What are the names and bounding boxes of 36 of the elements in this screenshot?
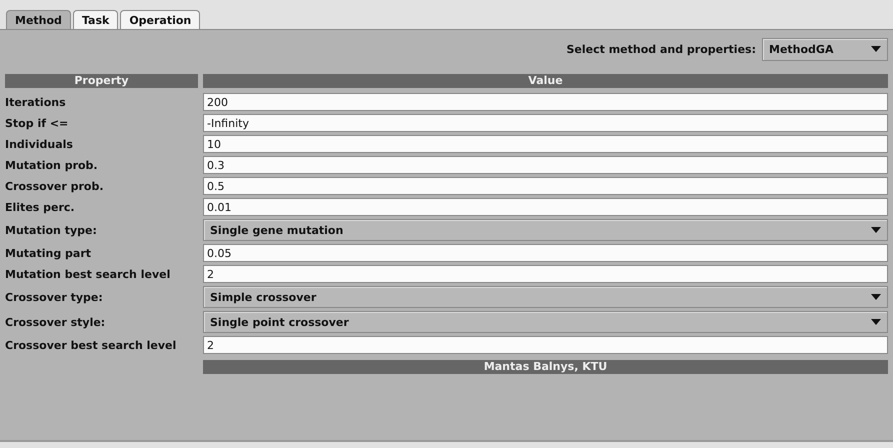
column-header: Property bbox=[5, 74, 198, 88]
property-label: Crossover style: bbox=[5, 314, 106, 330]
caret-icon bbox=[871, 319, 881, 325]
property-label: Mutation best search level bbox=[5, 266, 172, 282]
property-label: Crossover type: bbox=[5, 290, 104, 306]
value-field[interactable]: 0.3 bbox=[203, 156, 888, 174]
property-label: Mutating part bbox=[5, 246, 92, 262]
property-label: Crossover prob. bbox=[5, 178, 105, 194]
value-field[interactable]: 200 bbox=[203, 93, 888, 111]
property-label: Mutation prob. bbox=[5, 158, 99, 174]
property-label: Individuals bbox=[5, 136, 74, 152]
value-dropdown[interactable]: Simple crossover bbox=[203, 286, 888, 308]
value-field[interactable]: -Infinity bbox=[203, 114, 888, 132]
method-dropdown[interactable]: MethodGA bbox=[762, 38, 888, 60]
tab[interactable]: Operation bbox=[120, 10, 200, 29]
property-label: Mutation type: bbox=[5, 222, 98, 238]
tab[interactable]: Task bbox=[72, 10, 118, 29]
tab[interactable]: Method bbox=[6, 10, 71, 29]
value-field[interactable]: 0.05 bbox=[203, 244, 888, 262]
value-field[interactable]: 10 bbox=[203, 135, 888, 153]
value-field[interactable]: 2 bbox=[203, 336, 888, 354]
value-field[interactable]: 0.5 bbox=[203, 177, 888, 195]
property-label: Elites perc. bbox=[5, 200, 76, 216]
value-dropdown[interactable]: Single point crossover bbox=[203, 311, 888, 333]
column-header: Value bbox=[203, 74, 888, 88]
property-label: Stop if <= bbox=[5, 116, 70, 132]
caret-icon bbox=[871, 46, 881, 52]
property-label: Iterations bbox=[5, 94, 67, 110]
caret-icon bbox=[871, 294, 881, 300]
value-field[interactable]: 2 bbox=[203, 265, 888, 283]
property-label: Crossover best search level bbox=[5, 338, 178, 354]
credit-bar: Mantas Balnys, KTU bbox=[203, 360, 888, 374]
value-dropdown[interactable]: Single gene mutation bbox=[203, 219, 888, 241]
caret-icon bbox=[871, 227, 881, 233]
selector-label: Select method and properties: bbox=[566, 42, 756, 56]
value-field[interactable]: 0.01 bbox=[203, 198, 888, 216]
